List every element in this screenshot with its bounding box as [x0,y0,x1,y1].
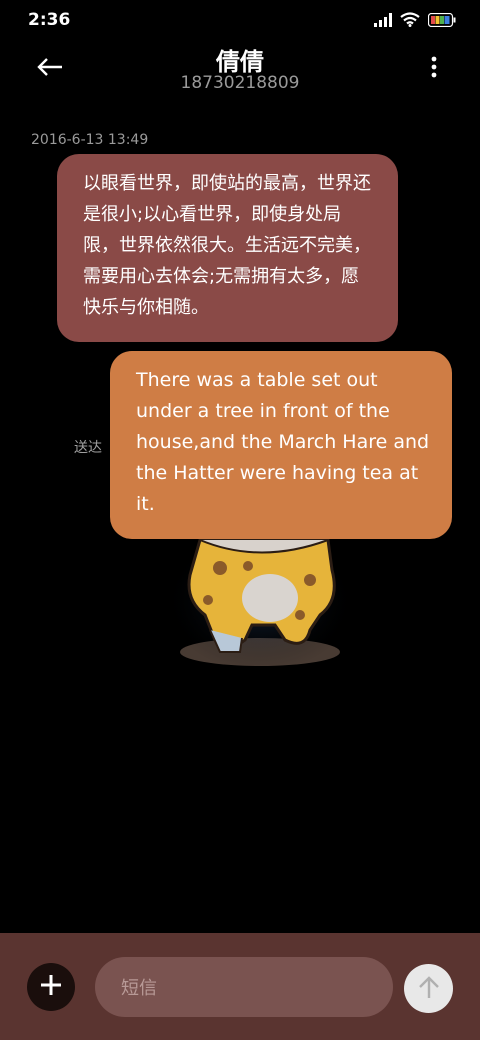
delivered-status: 送达 [74,440,102,456]
message-input[interactable]: 短信 [95,957,393,1017]
more-menu-button[interactable] [424,56,444,82]
sent-message-bubble[interactable]: There was a table set out under a tree i… [110,351,452,539]
conversation-header: 倩倩 18730218809 [0,40,480,102]
wifi-icon [400,11,420,31]
arrow-up-icon [418,975,440,1003]
message-timestamp: 2016-6-13 13:49 [31,132,149,148]
status-bar: 2:36 [0,0,480,40]
send-button[interactable] [404,964,453,1013]
signal-icon [374,12,392,31]
compose-bar: 短信 [0,933,480,1040]
message-input-placeholder: 短信 [121,978,157,999]
battery-icon [427,12,456,31]
add-attachment-button[interactable] [27,963,75,1011]
more-vertical-icon [431,56,437,82]
contact-number: 18730218809 [180,73,300,93]
received-message-bubble[interactable]: 以眼看世界，即使站的最高，世界还是很小;以心看世界，即使身处局限，世界依然很大。… [57,154,398,342]
status-icons [374,11,456,31]
plus-icon [40,974,62,1000]
contact-name: 倩倩 [216,48,264,76]
sticker-image[interactable] [160,520,360,672]
status-time: 2:36 [28,10,71,30]
screen: 2:36 倩倩 18730218809 2016-6-13 13:49 以眼看世… [0,0,480,1040]
